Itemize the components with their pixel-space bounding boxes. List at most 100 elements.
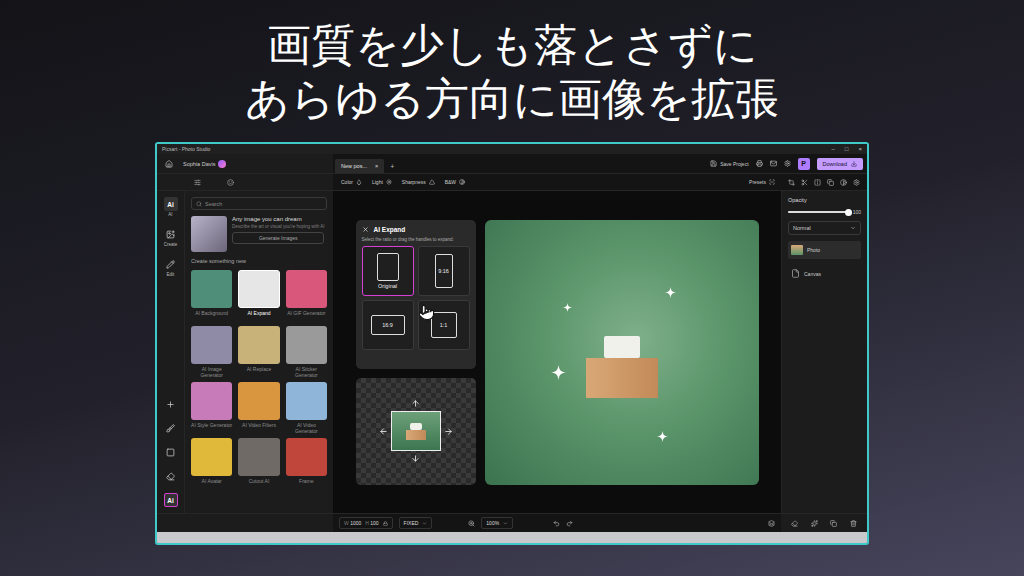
rail-item[interactable] <box>164 397 178 411</box>
hand-cursor <box>418 304 435 325</box>
promo-image <box>191 216 227 252</box>
effects-icon[interactable] <box>811 520 818 527</box>
ratio-option[interactable]: 1:1 <box>418 300 470 350</box>
ai-button[interactable]: Ai <box>164 493 178 507</box>
crop-icon[interactable] <box>788 179 795 186</box>
undo-icon[interactable] <box>553 520 560 527</box>
blend-mode-select[interactable]: Normal <box>788 221 861 235</box>
ratio-option[interactable]: 16:9 <box>362 300 414 350</box>
adjust-tool[interactable]: Sharpness <box>402 179 435 185</box>
ratio-grid: Original9:1616:91:1 <box>362 246 470 350</box>
user-menu[interactable]: Sophia Davis <box>183 160 226 168</box>
sparkle-icon <box>657 431 668 442</box>
contrast-icon[interactable] <box>840 179 847 186</box>
product-photo <box>485 220 759 485</box>
tab-close[interactable]: × <box>375 163 378 169</box>
duplicate-icon[interactable] <box>830 520 837 527</box>
adjust-icon[interactable] <box>194 179 201 186</box>
rail-item[interactable]: Create <box>164 227 178 247</box>
create-button[interactable] <box>164 227 178 241</box>
tool-card[interactable]: AI GIF Generator <box>286 270 327 322</box>
flip-icon[interactable] <box>814 179 821 186</box>
trash-icon[interactable] <box>850 520 857 527</box>
arrow-up-icon[interactable] <box>411 399 420 408</box>
redo-icon[interactable] <box>566 520 573 527</box>
size-mode-select[interactable]: FIXED <box>399 517 433 529</box>
rail-item[interactable]: Ai <box>164 493 178 507</box>
window-control[interactable]: – <box>832 146 835 152</box>
rail-caption: Create <box>164 242 178 247</box>
tool-card[interactable]: AI Sticker Generator <box>286 326 327 378</box>
sparkle-icon <box>551 365 566 380</box>
layers-icon[interactable] <box>768 520 775 527</box>
duplicate-icon[interactable] <box>827 179 834 186</box>
tool-card[interactable]: AI Style Generator <box>191 382 232 434</box>
layer-name: Photo <box>807 247 820 253</box>
close-icon[interactable] <box>362 226 369 233</box>
tool-card[interactable]: Frame <box>286 438 327 490</box>
rail-item[interactable] <box>164 421 178 435</box>
tool-thumbnail <box>238 270 279 308</box>
ai-button[interactable]: Ai <box>164 197 178 211</box>
tool-card[interactable]: AI Video Filters <box>238 382 279 434</box>
search-field[interactable]: Search <box>191 197 327 210</box>
window-control[interactable]: × <box>858 146 862 152</box>
presets-button[interactable]: Presets <box>749 179 775 185</box>
generate-images-button[interactable]: Generate Images <box>232 232 324 244</box>
rail-item[interactable] <box>164 469 178 483</box>
arrow-down-icon[interactable] <box>411 454 420 463</box>
tool-card[interactable]: AI Avatar <box>191 438 232 490</box>
expand-preview[interactable] <box>356 378 476 485</box>
adjust-tool[interactable]: B&W <box>445 179 465 185</box>
zoom-icon[interactable] <box>468 520 475 527</box>
tool-card[interactable]: Cutout AI <box>238 438 279 490</box>
ratio-option[interactable]: Original <box>362 246 414 296</box>
arrow-right-icon[interactable] <box>444 427 453 436</box>
layer-row[interactable]: Canvas <box>788 265 861 282</box>
gear-icon[interactable] <box>853 179 860 186</box>
edit-button[interactable] <box>164 257 178 271</box>
brush-button[interactable] <box>164 421 178 435</box>
opacity-slider[interactable]: 100 <box>788 209 861 215</box>
tool-card[interactable]: AI Background <box>191 270 232 322</box>
layer-row[interactable]: Photo <box>788 241 861 259</box>
rail-item[interactable]: AiAI <box>164 197 178 217</box>
cutout-icon[interactable] <box>801 179 808 186</box>
plan-badge[interactable]: P <box>798 158 810 170</box>
zoom-select[interactable]: 100% <box>481 517 513 529</box>
download-button[interactable]: Download <box>817 158 863 170</box>
search-icon <box>196 201 202 207</box>
tool-card[interactable]: AI Replace <box>238 326 279 378</box>
rail-item[interactable]: Edit <box>164 257 178 277</box>
add-button[interactable] <box>164 397 178 411</box>
eraser-icon[interactable] <box>791 520 798 527</box>
tool-label: AI Background <box>195 310 228 322</box>
tool-card[interactable]: AI Image Generator <box>191 326 232 378</box>
frame-button[interactable] <box>164 445 178 459</box>
save-project-button[interactable]: Save Project <box>710 160 748 167</box>
tool-card[interactable]: AI Expand <box>238 270 279 322</box>
document-tab[interactable]: New pos...× <box>335 159 384 173</box>
printer-icon[interactable] <box>756 160 763 167</box>
layer-thumbnail <box>791 245 803 255</box>
size-field[interactable]: W 1000H 100 <box>339 517 393 529</box>
home-icon[interactable] <box>165 160 173 168</box>
eraser-button[interactable] <box>164 469 178 483</box>
window-control[interactable]: □ <box>845 146 849 152</box>
adjust-tool[interactable]: Color <box>341 179 362 185</box>
rail-item[interactable] <box>164 445 178 459</box>
adjust-tool[interactable]: Light <box>372 179 392 185</box>
frame-icon <box>166 448 175 457</box>
gear-icon[interactable] <box>784 160 791 167</box>
tool-thumbnail <box>191 382 232 420</box>
layer-name: Canvas <box>804 271 821 277</box>
sticker-icon[interactable] <box>227 179 234 186</box>
new-tab-button[interactable]: + <box>388 160 396 173</box>
slider-knob[interactable] <box>845 209 852 216</box>
mail-icon[interactable] <box>770 160 777 167</box>
arrow-left-icon[interactable] <box>379 427 388 436</box>
presets-icon <box>769 179 775 185</box>
lock-icon[interactable] <box>383 521 388 526</box>
tool-card[interactable]: AI Video Generator <box>286 382 327 434</box>
ratio-option[interactable]: 9:16 <box>418 246 470 296</box>
